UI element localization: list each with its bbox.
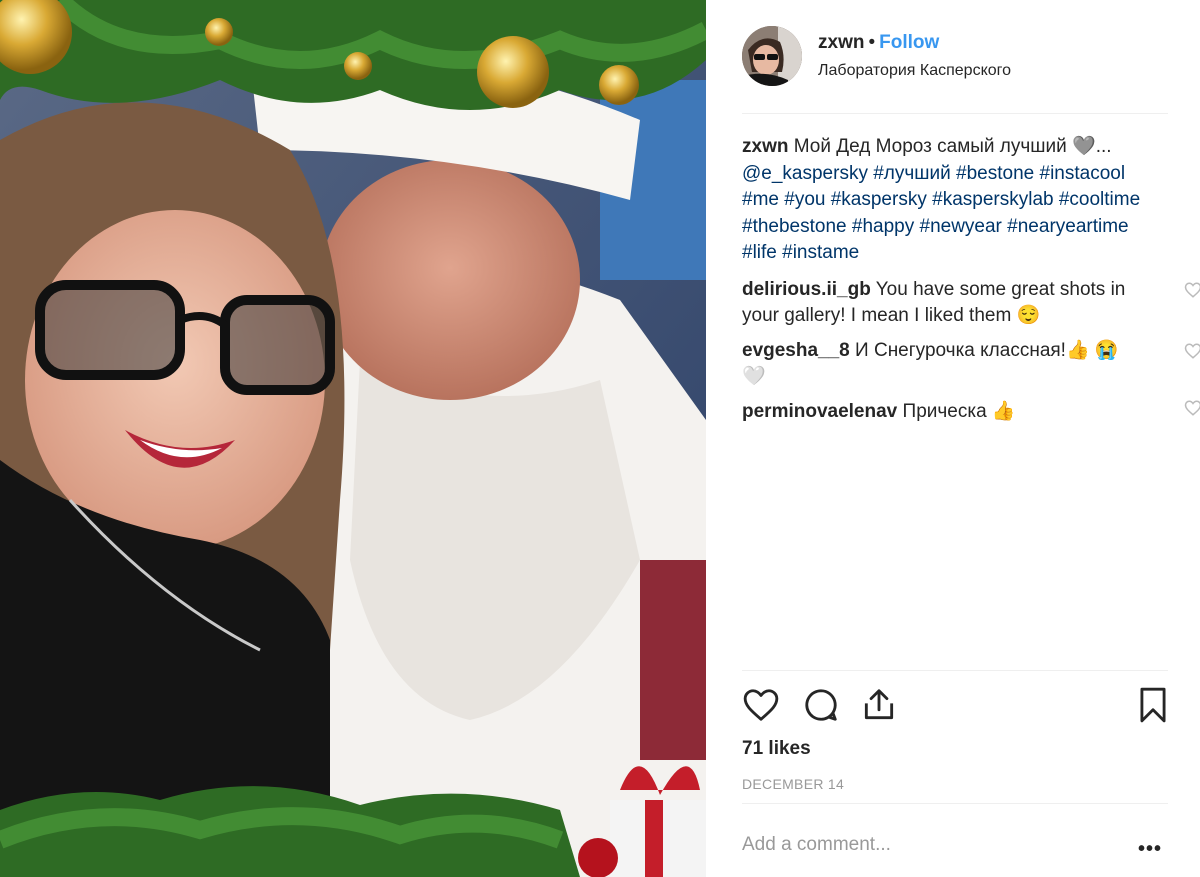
comment-author[interactable]: perminovaelenav <box>742 401 897 422</box>
avatar-image <box>742 26 802 86</box>
likes-count[interactable]: 71 likes <box>742 738 811 760</box>
location-link[interactable]: Лаборатория Касперского <box>818 62 1011 80</box>
heart-icon[interactable] <box>1184 342 1200 360</box>
hashtag-link[interactable]: #kasperskylab <box>932 189 1053 210</box>
hashtag-link[interactable]: #nearyeartime <box>1007 216 1128 237</box>
hashtag-link[interactable]: #happy <box>852 216 914 237</box>
post-details-panel: zxwn • Follow Лаборатория Касперского zxwn… <box>706 0 1200 877</box>
more-options-button[interactable]: ••• <box>1138 838 1162 861</box>
divider <box>742 803 1168 804</box>
hashtag-link[interactable]: #thebestone <box>742 216 847 237</box>
add-comment-input[interactable]: Add a comment... <box>742 834 891 856</box>
hashtag-link[interactable]: #instacool <box>1040 163 1126 184</box>
comments-list: zxwn Мой Дед Мороз самый лучший 🩶... @e_… <box>742 134 1200 433</box>
comment-icon[interactable] <box>802 686 840 724</box>
header-line: zxwn • Follow <box>818 32 1011 54</box>
comment-author[interactable]: evgesha__8 <box>742 340 850 361</box>
caption-text: Мой Дед Мороз самый лучший 🩶... <box>793 136 1112 157</box>
comment-item: delirious.ii_gb You have some great shot… <box>742 277 1200 330</box>
comment-author[interactable]: delirious.ii_gb <box>742 279 871 300</box>
post-header: zxwn • Follow Лаборатория Касперского <box>742 26 1168 114</box>
comment-item: perminovaelenav Прическа 👍 <box>742 399 1200 426</box>
comment-item: evgesha__8 И Снегурочка классная!👍 😭🤍 <box>742 338 1200 391</box>
hashtag-link[interactable]: #instame <box>782 242 859 263</box>
mention-link[interactable]: @e_kaspersky <box>742 163 868 184</box>
post-caption: zxwn Мой Дед Мороз самый лучший 🩶... @e_… <box>742 134 1142 267</box>
hashtag-link[interactable]: #life <box>742 242 777 263</box>
hashtag-link[interactable]: #cooltime <box>1059 189 1140 210</box>
share-icon[interactable] <box>860 686 898 724</box>
caption-author[interactable]: zxwn <box>742 136 788 157</box>
bookmark-icon[interactable] <box>1134 686 1172 724</box>
heart-icon[interactable] <box>1184 281 1200 299</box>
hashtag-link[interactable]: #kaspersky <box>831 189 927 210</box>
username-link[interactable]: zxwn <box>818 32 864 53</box>
hashtag-link[interactable]: #you <box>784 189 825 210</box>
follow-button[interactable]: Follow <box>879 32 939 53</box>
hashtag-link[interactable]: #лучший <box>873 163 951 184</box>
heart-icon[interactable] <box>742 686 780 724</box>
header-text: zxwn • Follow Лаборатория Касперского <box>818 32 1011 80</box>
heart-icon[interactable] <box>1184 399 1200 417</box>
post-actions <box>742 686 1168 726</box>
avatar[interactable] <box>742 26 802 86</box>
post-photo[interactable] <box>0 0 706 877</box>
post-date[interactable]: DECEMBER 14 <box>742 776 844 792</box>
hashtag-link[interactable]: #bestone <box>956 163 1034 184</box>
divider <box>742 670 1168 671</box>
separator-dot: • <box>868 32 876 53</box>
hashtag-link[interactable]: #me <box>742 189 779 210</box>
hashtag-link[interactable]: #newyear <box>920 216 1002 237</box>
comment-text: Прическа 👍 <box>902 400 1016 422</box>
photo-image <box>0 0 706 877</box>
